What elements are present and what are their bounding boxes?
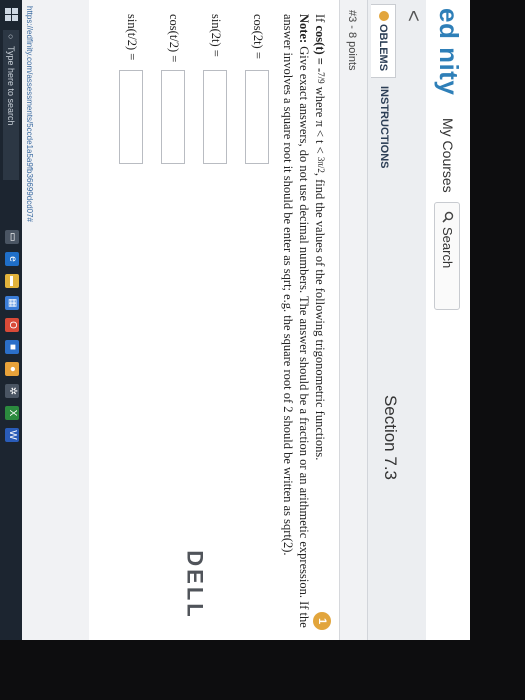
problem-statement: If cos(t) = -7/9 where π < t < 3π/2, fin… [280, 14, 329, 628]
word-icon[interactable]: W [5, 428, 19, 442]
edge-browser-icon[interactable]: e [5, 252, 19, 266]
taskbar-search-placeholder: Type here to search [6, 46, 16, 126]
status-dot-icon [379, 11, 389, 21]
store-icon[interactable]: ▦ [5, 296, 19, 310]
search-button[interactable]: Search [434, 202, 460, 310]
statement-part: If [313, 14, 327, 26]
status-bar-url: https://edfinity.com/assessments/5ccde1a… [25, 6, 34, 222]
problem-points: #3 - 8 points [346, 10, 358, 71]
answer-label: cos(2t) = [251, 14, 265, 59]
settings-gear-icon[interactable]: ✲ [5, 384, 19, 398]
note-text: Give exact answers, do not use decimal n… [297, 43, 311, 628]
answer-label: sin(t/2) = [125, 14, 139, 61]
cortana-circle-icon: ○ [6, 34, 16, 40]
office-icon[interactable]: O [5, 318, 19, 332]
problem-panel: 1 If cos(t) = -7/9 where π < t < 3π/2, f… [89, 0, 340, 640]
answer-input-sin-half-t[interactable] [119, 70, 143, 164]
section-title: Section 7.3 [381, 394, 400, 480]
given-expression: cos(t) = - [313, 25, 327, 73]
tab-problems[interactable]: OBLEMS [371, 4, 396, 79]
statement-part: , find the values of the following trigo… [313, 172, 327, 461]
top-bar: ed nity My Courses Search [425, 0, 470, 640]
answer-input-sin2t[interactable] [203, 70, 227, 164]
answer-input-cos2t[interactable] [245, 70, 269, 164]
magnifier-icon [435, 211, 459, 223]
my-courses-link[interactable]: My Courses [440, 118, 456, 193]
tab-problems-label: OBLEMS [377, 24, 389, 72]
given-fraction: 7/9 [316, 72, 326, 84]
statement-part: where π < t < [313, 83, 327, 157]
question-number-badge[interactable]: 1 [313, 612, 331, 630]
answer-input-cos-half-t[interactable] [161, 70, 185, 164]
windows-taskbar: ○ Type here to search ▭ e ▬ ▦ O ■ ● ✲ X … [0, 0, 22, 640]
note-label: Note: [297, 14, 311, 44]
taskbar-search-input[interactable]: ○ Type here to search [3, 30, 19, 180]
app-logo[interactable]: ed nity [433, 8, 464, 95]
windows-start-icon[interactable] [4, 8, 18, 22]
sub-header: < Section 7.3 OBLEMS INSTRUCTIONS [367, 0, 426, 640]
task-view-icon[interactable]: ▭ [5, 230, 19, 244]
tab-instructions[interactable]: INSTRUCTIONS [372, 86, 396, 169]
back-arrow-icon[interactable]: < [401, 10, 424, 22]
chrome-icon[interactable]: ● [5, 362, 19, 376]
problem-statement-line: If cos(t) = -7/9 where π < t < 3π/2, fin… [312, 14, 329, 604]
laptop-screen: ed nity My Courses Search < Section 7.3 … [0, 0, 470, 640]
answer-label: sin(2t) = [209, 14, 223, 57]
note-line: Note: Give exact answers, do not use dec… [296, 14, 312, 628]
note-line-2: answer involves a square root it should … [281, 14, 295, 556]
range-fraction: 3π/2 [316, 156, 326, 173]
search-label: Search [440, 227, 455, 269]
mail-icon[interactable]: ■ [5, 340, 19, 354]
file-explorer-icon[interactable]: ▬ [5, 274, 19, 288]
excel-icon[interactable]: X [5, 406, 19, 420]
answer-label: cos(t/2) = [167, 14, 181, 63]
laptop-brand-logo: DELL [182, 550, 208, 620]
